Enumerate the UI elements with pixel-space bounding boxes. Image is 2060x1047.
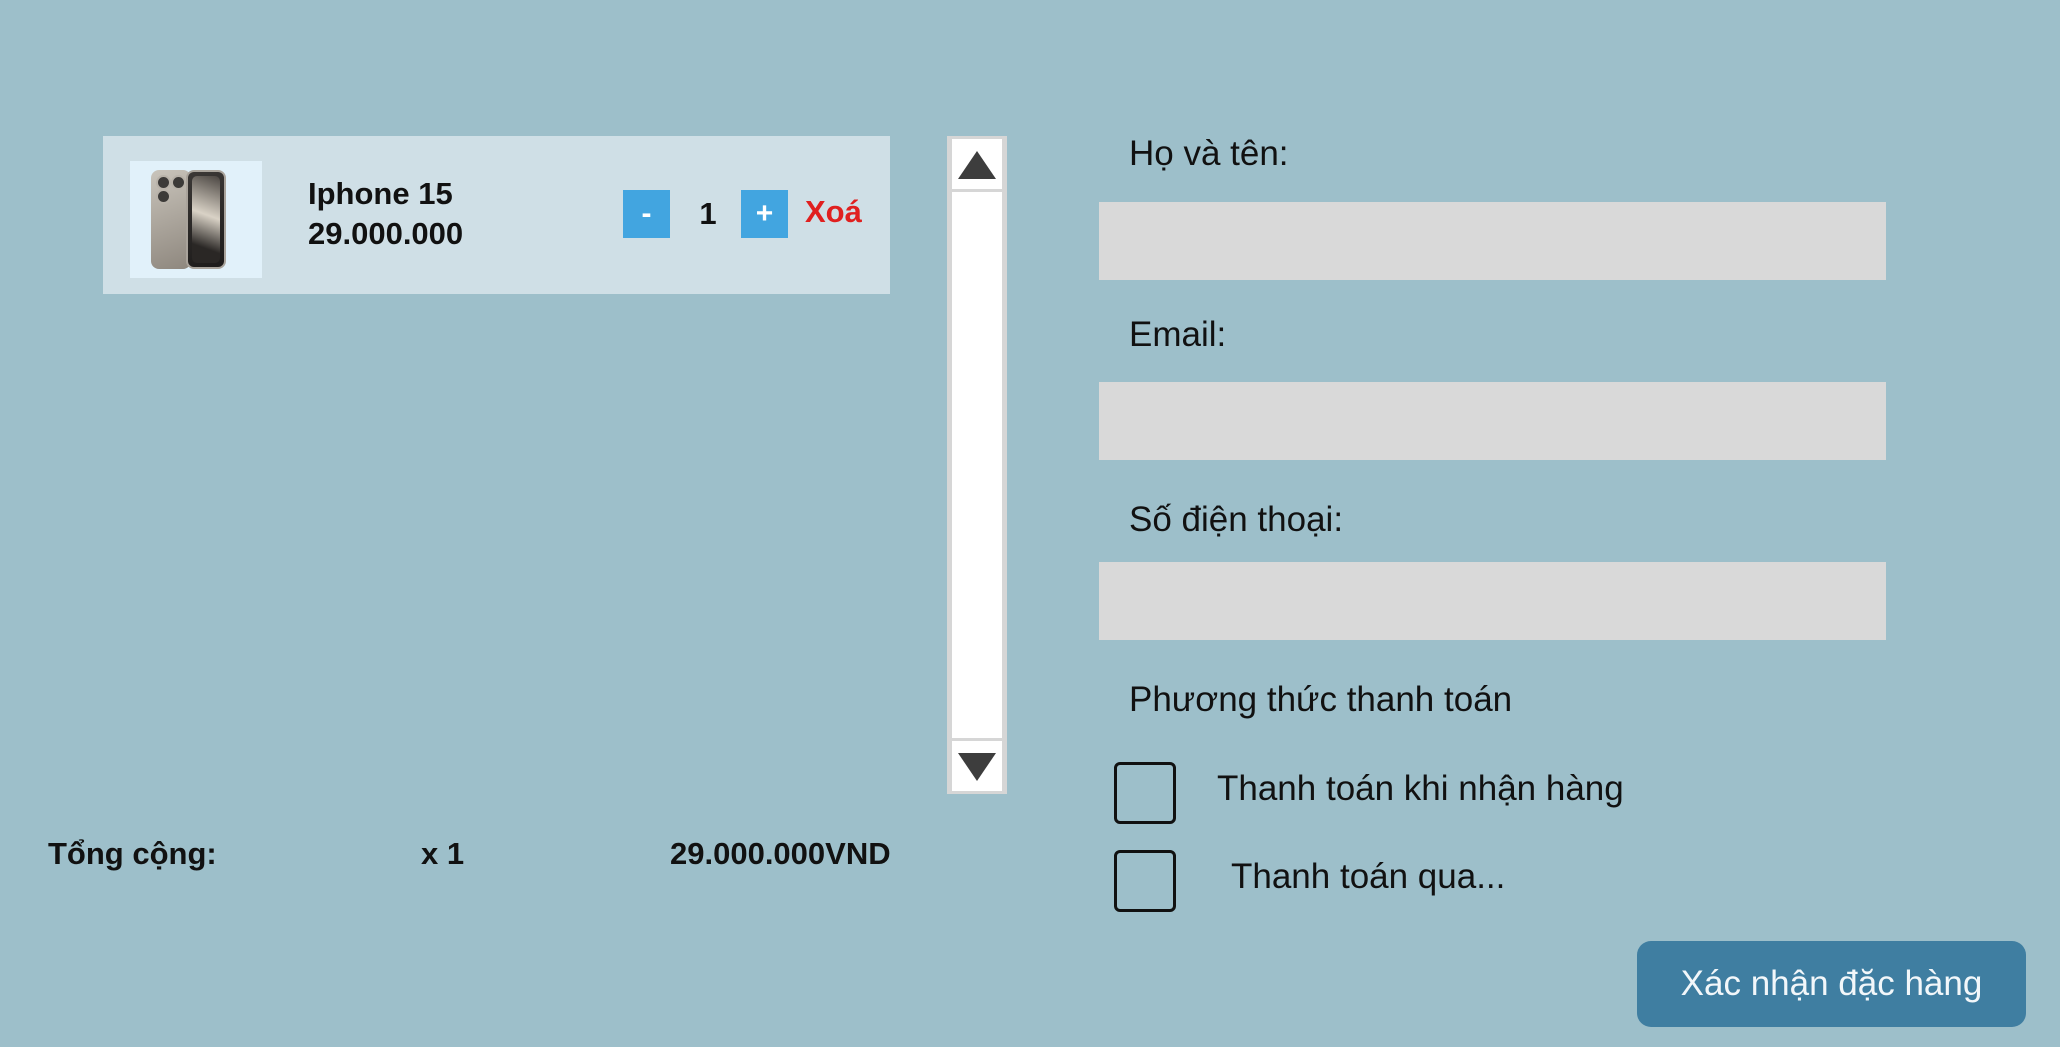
phone-back-image bbox=[151, 170, 191, 269]
cart-item: Iphone 15 29.000.000 - 1 + Xoá bbox=[103, 136, 890, 294]
online-payment-checkbox[interactable] bbox=[1114, 850, 1176, 912]
total-label: Tổng cộng: bbox=[48, 836, 217, 871]
increase-quantity-button[interactable]: + bbox=[741, 190, 788, 238]
total-amount: 29.000.000VND bbox=[670, 836, 891, 871]
confirm-order-button[interactable]: Xác nhận đặc hàng bbox=[1637, 941, 2026, 1027]
email-label: Email: bbox=[1129, 315, 1227, 354]
triangle-up-icon bbox=[958, 151, 996, 179]
product-price: 29.000.000 bbox=[308, 216, 464, 251]
quantity-value: 1 bbox=[699, 196, 717, 231]
cart-scrollbar[interactable] bbox=[947, 136, 1007, 794]
product-image bbox=[130, 161, 262, 278]
full-name-label: Họ và tên: bbox=[1129, 134, 1289, 173]
cod-checkbox[interactable] bbox=[1114, 762, 1176, 824]
phone-label: Số điện thoại: bbox=[1129, 500, 1344, 539]
phone-input[interactable] bbox=[1099, 562, 1886, 640]
email-input[interactable] bbox=[1099, 382, 1886, 460]
online-payment-option-label: Thanh toán qua... bbox=[1231, 857, 1506, 896]
payment-method-label: Phương thức thanh toán bbox=[1129, 680, 1513, 719]
scroll-track[interactable] bbox=[952, 192, 1002, 738]
delete-item-button[interactable]: Xoá bbox=[805, 194, 862, 230]
cod-option-label: Thanh toán khi nhận hàng bbox=[1217, 769, 1624, 808]
product-name: Iphone 15 bbox=[308, 176, 453, 211]
phone-front-image bbox=[186, 170, 226, 269]
total-count: x 1 bbox=[421, 836, 465, 871]
scroll-up-button[interactable] bbox=[952, 139, 1002, 189]
decrease-quantity-button[interactable]: - bbox=[623, 190, 670, 238]
full-name-input[interactable] bbox=[1099, 202, 1886, 280]
triangle-down-icon bbox=[958, 753, 996, 781]
scroll-down-button[interactable] bbox=[952, 741, 1002, 791]
